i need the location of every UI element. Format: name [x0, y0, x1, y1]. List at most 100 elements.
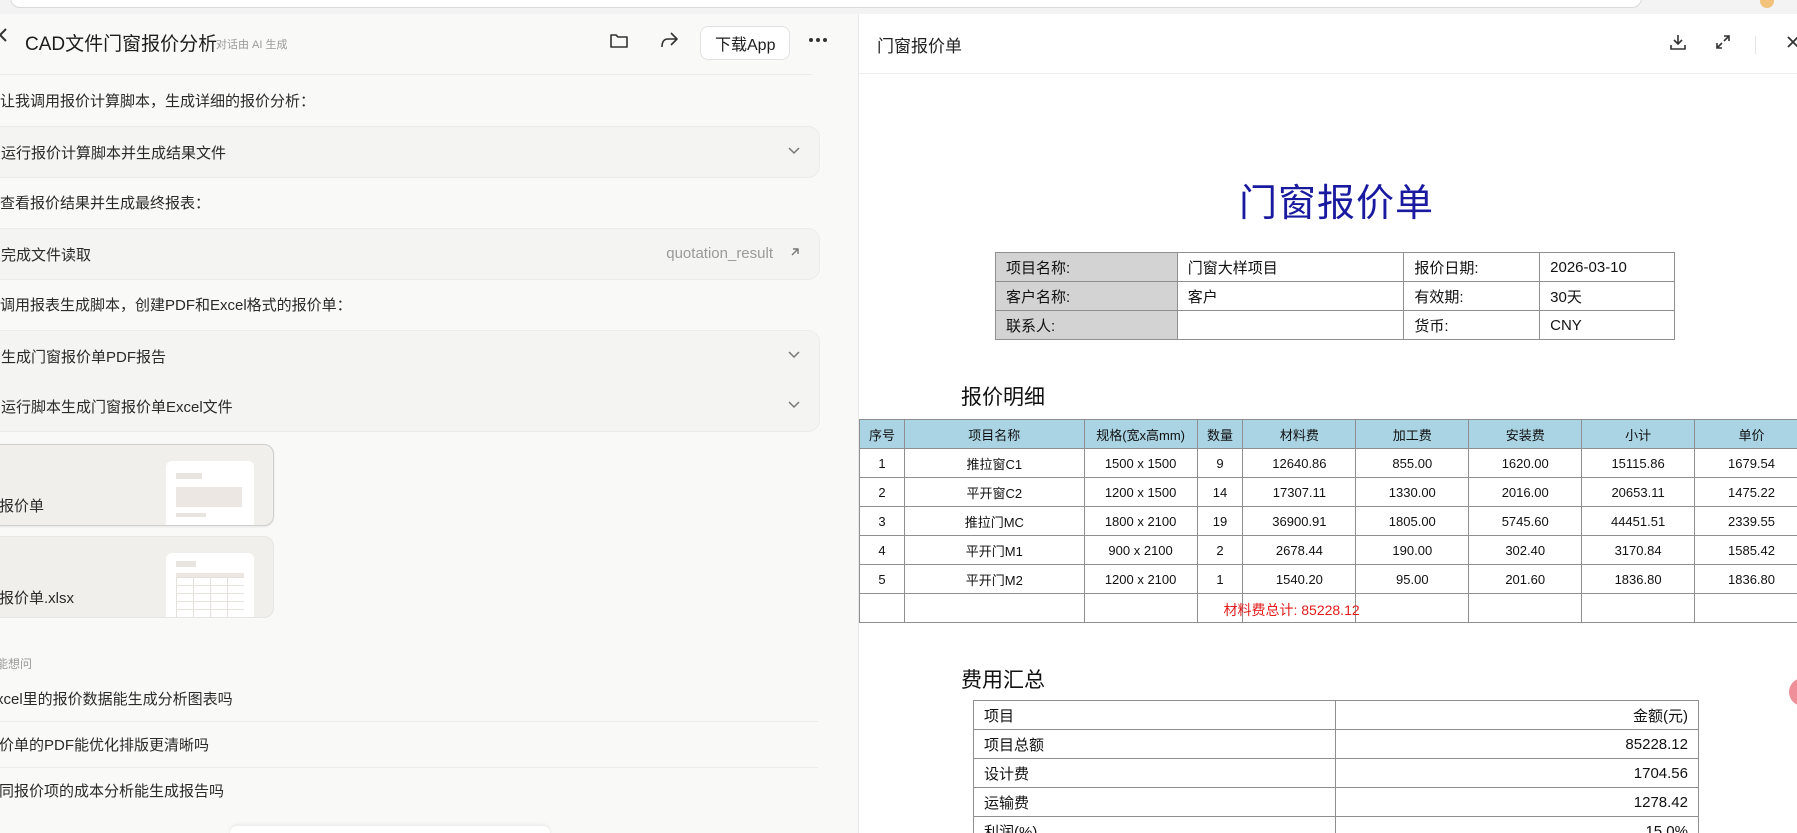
- summary-row: 项目总额 85228.12: [972, 729, 1699, 759]
- profile-avatar[interactable]: [1760, 0, 1774, 8]
- chat-pane: CAD文件门窗报价分析 对话由 AI 生成 下载App 让我调用报价计算脚本，生…: [0, 14, 858, 833]
- detail-total-row: 材料费总计: 85228.12: [859, 593, 1797, 623]
- preview-title: 门窗报价单: [877, 37, 962, 56]
- detail-cell: 1: [859, 448, 905, 478]
- file-name: 门窗报价单: [0, 498, 45, 515]
- detail-cell: 1620.00: [1468, 448, 1583, 478]
- info-label: 货币:: [1403, 310, 1541, 340]
- detail-cell: 17307.11: [1242, 477, 1357, 507]
- detail-column-header: 序号: [859, 419, 905, 449]
- summary-item: 设计费: [972, 758, 1337, 788]
- header-separator: [1755, 36, 1756, 54]
- cost-summary-table: 项目 金额(元) 项目总额 85228.12 设计费 1704.56 运输费 1278.42 利…: [972, 700, 1699, 833]
- detail-cell: 推拉窗C1: [903, 448, 1085, 478]
- summary-amount: 15.0%: [1335, 816, 1699, 833]
- suggestion-item[interactable]: Excel里的报价数据能生成分析图表吗: [0, 675, 804, 721]
- quote-info-table: 项目名称: 门窗大样项目 报价日期: 2026-03-10 客户名称: 客户 有…: [995, 252, 1675, 340]
- download-app-button[interactable]: 下载App: [700, 26, 791, 60]
- close-icon[interactable]: [1781, 30, 1797, 54]
- detail-cell: 4: [859, 535, 905, 565]
- detail-cell: 12640.86: [1242, 448, 1357, 478]
- step-card-read-file[interactable]: 完成文件读取 quotation_result: [0, 228, 820, 280]
- summary-amount: 1278.42: [1335, 787, 1699, 817]
- file-card-xlsx[interactable]: 门窗报价单.xlsx: [0, 536, 274, 618]
- detail-row: 2 平开窗C2 1200 x 1500 14 17307.11 1330.00 2016.0…: [859, 477, 1797, 507]
- back-icon[interactable]: [0, 27, 8, 48]
- detail-cell: [1355, 593, 1470, 623]
- detail-cell: 1836.80: [1581, 564, 1696, 594]
- detail-row: 1 推拉窗C1 1500 x 1500 9 12640.86 855.00 1620.00 1…: [859, 448, 1797, 478]
- summary-item: 项目总额: [972, 729, 1337, 759]
- document-title: 门窗报价单: [1239, 181, 1435, 225]
- summary-item: 运输费: [972, 787, 1337, 817]
- detail-cell: 95.00: [1355, 564, 1470, 594]
- detail-cell: 推拉门MC: [903, 506, 1085, 536]
- detail-cell: 2016.00: [1468, 477, 1583, 507]
- detail-cell: 1805.00: [1355, 506, 1470, 536]
- file-name: 门窗报价单.xlsx: [0, 590, 75, 607]
- detail-cell: 5: [859, 564, 905, 594]
- folder-icon[interactable]: [605, 26, 633, 54]
- open-external-icon[interactable]: [789, 246, 801, 258]
- chevron-down-icon[interactable]: [787, 143, 801, 157]
- suggestions-label: 你可能想问: [0, 657, 33, 671]
- info-value: [1176, 310, 1405, 340]
- step-row[interactable]: 生成门窗报价单PDF报告: [0, 331, 819, 381]
- step-row[interactable]: 运行报价计算脚本并生成结果文件: [0, 127, 819, 177]
- chevron-down-icon[interactable]: [787, 397, 801, 411]
- step-label: 生成门窗报价单PDF报告: [1, 348, 167, 366]
- file-thumbnail: [166, 461, 254, 525]
- summary-section-title: 费用汇总: [961, 669, 1045, 692]
- detail-cell: 14: [1196, 477, 1244, 507]
- header-divider: [0, 74, 812, 75]
- step-card-run-script[interactable]: 运行报价计算脚本并生成结果文件: [0, 126, 820, 178]
- detail-cell: [1694, 593, 1797, 623]
- info-value: 门窗大样项目: [1176, 252, 1405, 282]
- detail-cell: 2: [859, 477, 905, 507]
- step-row[interactable]: 完成文件读取 quotation_result: [0, 229, 819, 279]
- detail-cell: 1500 x 1500: [1083, 448, 1198, 478]
- conversation-title: CAD文件门窗报价分析: [25, 34, 218, 55]
- material-total-label: 材料费总计: 85228.12: [1223, 602, 1360, 618]
- more-icon[interactable]: [804, 26, 832, 54]
- detail-cell: [1581, 593, 1696, 623]
- summary-header-row: 项目 金额(元): [972, 700, 1699, 730]
- step-row[interactable]: 运行脚本生成门窗报价单Excel文件: [0, 381, 819, 431]
- download-icon[interactable]: [1666, 30, 1690, 54]
- detail-cell: 1800 x 2100: [1083, 506, 1198, 536]
- info-value: 30天: [1539, 281, 1675, 311]
- detail-column-header: 数量: [1196, 419, 1244, 449]
- file-reference[interactable]: quotation_result: [666, 245, 773, 262]
- info-label: 客户名称:: [995, 281, 1178, 311]
- info-value: 2026-03-10: [1539, 252, 1675, 282]
- expand-icon[interactable]: [1711, 30, 1735, 54]
- summary-amount: 1704.56: [1335, 758, 1699, 788]
- ai-generated-tag: 对话由 AI 生成: [216, 39, 288, 51]
- detail-cell: 平开门M2: [903, 564, 1085, 594]
- summary-column-header: 金额(元): [1335, 700, 1699, 730]
- detail-cell: 1200 x 2100: [1083, 564, 1198, 594]
- floating-assistant-button[interactable]: [1789, 678, 1797, 706]
- detail-cell: 1330.00: [1355, 477, 1470, 507]
- preview-pane: 门窗报价单 门窗报价单 项目名称: 门窗大样项目 报价日期: 2026-03-1…: [858, 14, 1797, 833]
- info-value: CNY: [1539, 310, 1675, 340]
- step-label: 运行报价计算脚本并生成结果文件: [1, 144, 227, 162]
- detail-cell: 1585.42: [1694, 535, 1797, 565]
- chat-input-box[interactable]: [230, 826, 550, 833]
- address-bar[interactable]: [10, 0, 1642, 8]
- detail-cell: 302.40: [1468, 535, 1583, 565]
- detail-cell: 1836.80: [1694, 564, 1797, 594]
- summary-row: 运输费 1278.42: [972, 787, 1699, 817]
- share-icon[interactable]: [655, 26, 683, 54]
- suggestion-item[interactable]: 不同报价项的成本分析能生成报告吗: [0, 767, 802, 813]
- detail-column-header: 小计: [1581, 419, 1696, 449]
- info-label: 有效期:: [1403, 281, 1541, 311]
- detail-row: 3 推拉门MC 1800 x 2100 19 36900.91 1805.00 5745.6…: [859, 506, 1797, 536]
- suggestion-item[interactable]: 报价单的PDF能优化排版更清晰吗: [0, 721, 802, 767]
- file-card-pdf[interactable]: 门窗报价单: [0, 444, 274, 526]
- chevron-down-icon[interactable]: [787, 347, 801, 361]
- detail-cell: 2339.55: [1694, 506, 1797, 536]
- detail-section-title: 报价明细: [961, 386, 1045, 409]
- summary-item: 利润(%): [972, 816, 1337, 833]
- summary-row: 设计费 1704.56: [972, 758, 1699, 788]
